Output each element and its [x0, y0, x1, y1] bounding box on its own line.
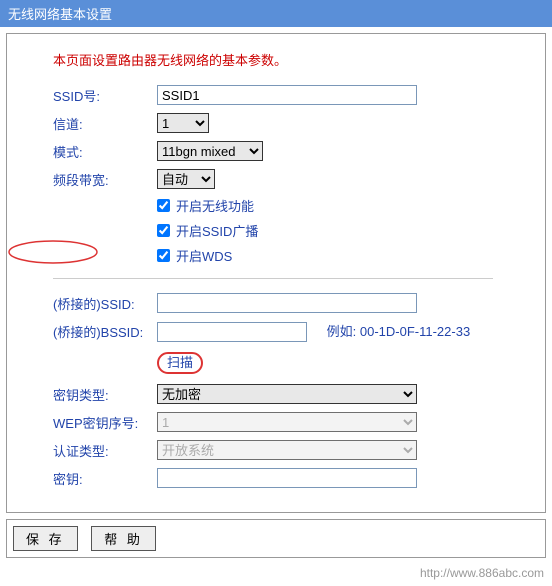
input-ssid[interactable]	[157, 85, 417, 105]
row-enable-wds: 开启WDS	[17, 243, 535, 268]
input-bridge-ssid[interactable]	[157, 293, 417, 313]
select-bandwidth[interactable]: 自动	[157, 169, 215, 189]
scan-button[interactable]: 扫描	[157, 352, 203, 375]
wds-highlight-ellipse	[7, 239, 107, 265]
bssid-hint: 例如: 00-1D-0F-11-22-33	[327, 324, 471, 339]
row-mode: 模式: 11bgn mixed	[17, 137, 535, 165]
select-enc-type[interactable]: 无加密	[157, 384, 417, 404]
input-key[interactable]	[157, 468, 417, 488]
label-wep-idx: WEP密钥序号:	[53, 413, 157, 432]
select-auth-type: 开放系统	[157, 440, 417, 460]
row-channel: 信道: 1	[17, 109, 535, 137]
check-enable-wifi[interactable]	[157, 199, 170, 212]
label-ssid-broadcast: 开启SSID广播	[176, 221, 258, 240]
row-ssid: SSID号:	[17, 81, 535, 109]
label-auth-type: 认证类型:	[53, 441, 157, 460]
label-bandwidth: 频段带宽:	[53, 170, 157, 189]
intro-text: 本页面设置路由器无线网络的基本参数。	[17, 44, 535, 81]
row-key: 密钥:	[17, 464, 535, 492]
label-enc-type: 密钥类型:	[53, 385, 157, 404]
label-bridge-bssid: (桥接的)BSSID:	[53, 322, 157, 341]
select-channel[interactable]: 1	[157, 113, 209, 133]
label-channel: 信道:	[53, 114, 157, 133]
titlebar: 无线网络基本设置	[0, 0, 552, 27]
row-bandwidth: 频段带宽: 自动	[17, 165, 535, 193]
check-ssid-broadcast[interactable]	[157, 224, 170, 237]
label-enable-wds: 开启WDS	[176, 246, 232, 265]
select-wep-idx: 1	[157, 412, 417, 432]
label-ssid: SSID号:	[53, 86, 157, 105]
row-enc-type: 密钥类型: 无加密	[17, 380, 535, 408]
label-enable-wifi: 开启无线功能	[176, 196, 254, 215]
title-text: 无线网络基本设置	[8, 7, 112, 22]
row-auth-type: 认证类型: 开放系统	[17, 436, 535, 464]
save-button[interactable]: 保 存	[13, 526, 78, 551]
row-bridge-bssid: (桥接的)BSSID: 例如: 00-1D-0F-11-22-33	[17, 317, 535, 346]
select-mode[interactable]: 11bgn mixed	[157, 141, 263, 161]
input-bridge-bssid[interactable]	[157, 322, 307, 342]
check-enable-wds[interactable]	[157, 249, 170, 262]
label-key: 密钥:	[53, 469, 157, 488]
separator	[53, 278, 493, 279]
help-button[interactable]: 帮 助	[91, 526, 156, 551]
row-scan: 扫描	[17, 346, 535, 381]
watermark: http://www.886abc.com	[0, 564, 552, 586]
label-mode: 模式:	[53, 142, 157, 161]
row-bridge-ssid: (桥接的)SSID:	[17, 289, 535, 317]
settings-panel: 本页面设置路由器无线网络的基本参数。 SSID号: 信道: 1 模式: 11bg…	[6, 33, 546, 513]
footer: 保 存 帮 助	[6, 519, 546, 558]
row-enable-wifi: 开启无线功能	[17, 193, 535, 218]
label-bridge-ssid: (桥接的)SSID:	[53, 294, 157, 313]
row-wep-idx: WEP密钥序号: 1	[17, 408, 535, 436]
